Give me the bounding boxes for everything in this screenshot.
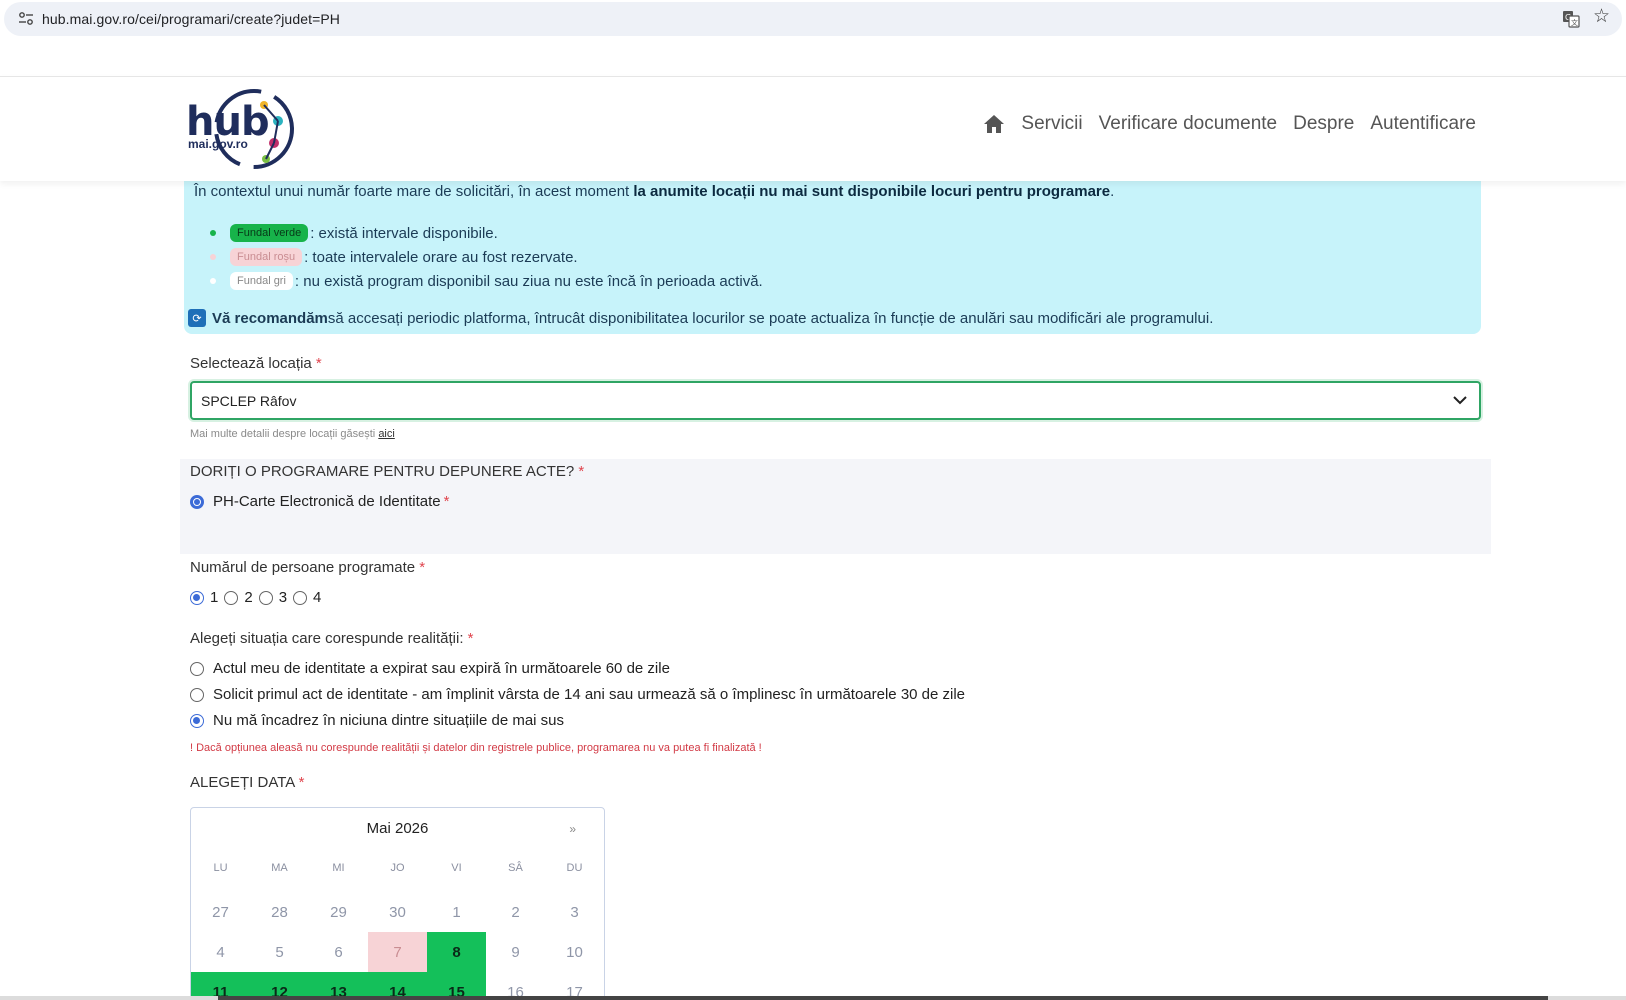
weekday-label: MA [271, 862, 288, 874]
legend-pill-green: Fundal verde [230, 224, 309, 242]
weekday-label: JO [390, 862, 405, 874]
nav-despre[interactable]: Despre [1293, 113, 1354, 135]
info-intro-bold: la anumite locații nu mai sunt disponibi… [633, 183, 1111, 200]
calendar-day-gray: 10 [566, 943, 583, 961]
calendar-day-gray: 2 [511, 903, 520, 921]
persons-radio-1[interactable] [190, 590, 204, 605]
situation-option-first-id[interactable]: Solicit primul act de identitate - am îm… [190, 686, 965, 703]
calendar-day-gray: 29 [330, 903, 347, 921]
legend-item-green: Fundal verde : există intervale disponib… [210, 221, 763, 245]
nav-verificare-documente[interactable]: Verificare documente [1099, 113, 1278, 135]
persons-radio-group: 1 2 3 4 [190, 589, 327, 606]
weekday-label: LU [213, 862, 228, 874]
location-hint: Mai multe detalii despre locații găsești… [190, 428, 395, 440]
persons-radio-2[interactable] [224, 590, 239, 605]
weekday-label: MI [332, 862, 345, 874]
location-label: Selectează locația * [190, 355, 322, 372]
situation-option-none[interactable]: Nu mă încadrez în niciuna dintre situați… [190, 712, 564, 729]
doc-question-label: DORIȚI O PROGRAMARE PENTRU DEPUNERE ACTE… [190, 463, 585, 480]
calendar-day-red: 7 [368, 932, 427, 972]
calendar-week: 27 28 29 30 1 2 3 [191, 892, 604, 932]
situation-radio-2[interactable] [190, 687, 204, 702]
main-nav: Servicii Verificare documente Despre Aut… [983, 113, 1476, 135]
situation-radio-3[interactable] [190, 713, 204, 728]
svg-text:文: 文 [1571, 18, 1578, 27]
doc-option-cei[interactable]: PH-Carte Electronică de Identitate * [190, 493, 449, 510]
legend-item-gray: Fundal gri : nu există program disponibi… [210, 269, 763, 293]
date-calendar: Mai 2026 » LU MA MI JO VI SÂ DU 27 28 29 30… [190, 807, 605, 1000]
calendar-weekdays: LU MA MI JO VI SÂ DU [191, 862, 604, 874]
calendar-day-gray: 1 [452, 903, 461, 921]
weekday-label: SÂ [508, 862, 523, 874]
nav-servicii[interactable]: Servicii [1021, 113, 1082, 135]
weekday-label: VI [451, 862, 462, 874]
calendar-day-gray: 5 [275, 943, 284, 961]
situation-label: Alegeți situația care corespunde realită… [190, 630, 474, 647]
calendar-day-gray: 28 [271, 903, 288, 921]
persons-radio-3[interactable] [258, 590, 273, 605]
info-intro: În contextul unui număr foarte mare de s… [194, 183, 1115, 200]
calendar-day-green[interactable]: 8 [427, 932, 486, 972]
home-icon[interactable] [983, 114, 1005, 134]
location-value: SPCLEP Râfov [201, 393, 297, 409]
persons-radio-4[interactable] [293, 590, 308, 605]
location-select[interactable]: SPCLEP Râfov [190, 381, 1481, 420]
doc-option-radio[interactable] [190, 494, 204, 509]
legend-item-red: Fundal roșu : toate intervalele orare au… [210, 245, 763, 269]
calendar-day-gray: 4 [216, 943, 225, 961]
bullet-icon [210, 278, 216, 284]
info-recommendation: ⟳ Vă recomandăm să accesați periodic pla… [188, 309, 1213, 327]
nav-autentificare[interactable]: Autentificare [1370, 113, 1476, 135]
calendar-grid: 27 28 29 30 1 2 3 4 5 6 7 8 9 10 11 12 13 14 15 16 17 [191, 892, 604, 1000]
translate-icon[interactable]: G 文 [1562, 10, 1580, 28]
calendar-day-gray: 27 [212, 903, 229, 921]
refresh-icon: ⟳ [188, 309, 206, 327]
bullet-icon [210, 230, 216, 236]
info-alert: În contextul unui număr foarte mare de s… [184, 181, 1481, 334]
url-text[interactable]: hub.mai.gov.ro/cei/programari/create?jud… [42, 11, 340, 27]
location-details-link[interactable]: aici [378, 428, 395, 440]
chevron-down-icon [1453, 396, 1467, 405]
hub-logo[interactable]: hub mai.gov.ro [186, 85, 294, 173]
situation-warning: ! Dacă opțiunea aleasă nu corespunde rea… [190, 742, 762, 754]
persons-label: Numărul de persoane programate * [190, 559, 426, 576]
site-header: hub mai.gov.ro Servicii Verificare docum… [0, 76, 1626, 181]
bullet-icon [210, 254, 216, 260]
star-icon[interactable]: ☆ [1593, 7, 1610, 26]
legend-pill-gray: Fundal gri [230, 272, 293, 290]
horizontal-scrollbar[interactable] [0, 996, 1626, 1000]
availability-legend: Fundal verde : există intervale disponib… [210, 221, 763, 293]
calendar-day-gray: 6 [334, 943, 343, 961]
calendar-week: 4 5 6 7 8 9 10 [191, 932, 604, 972]
date-label: ALEGEȚI DATA * [190, 774, 305, 791]
situation-option-expired[interactable]: Actul meu de identitate a expirat sau ex… [190, 660, 670, 677]
situation-radio-1[interactable] [190, 661, 204, 676]
calendar-day-gray: 3 [570, 903, 579, 921]
calendar-next-button[interactable]: » [569, 822, 576, 836]
legend-pill-red: Fundal roșu [230, 248, 303, 266]
address-bar[interactable]: hub.mai.gov.ro/cei/programari/create?jud… [4, 2, 1622, 36]
calendar-month: Mai 2026 [366, 820, 429, 837]
tune-icon[interactable] [18, 11, 34, 27]
weekday-label: DU [566, 862, 583, 874]
calendar-day-gray: 9 [511, 943, 520, 961]
scrollbar-thumb[interactable] [218, 996, 1548, 1000]
calendar-day-gray: 30 [389, 903, 406, 921]
logo-subtitle: mai.gov.ro [188, 137, 248, 151]
